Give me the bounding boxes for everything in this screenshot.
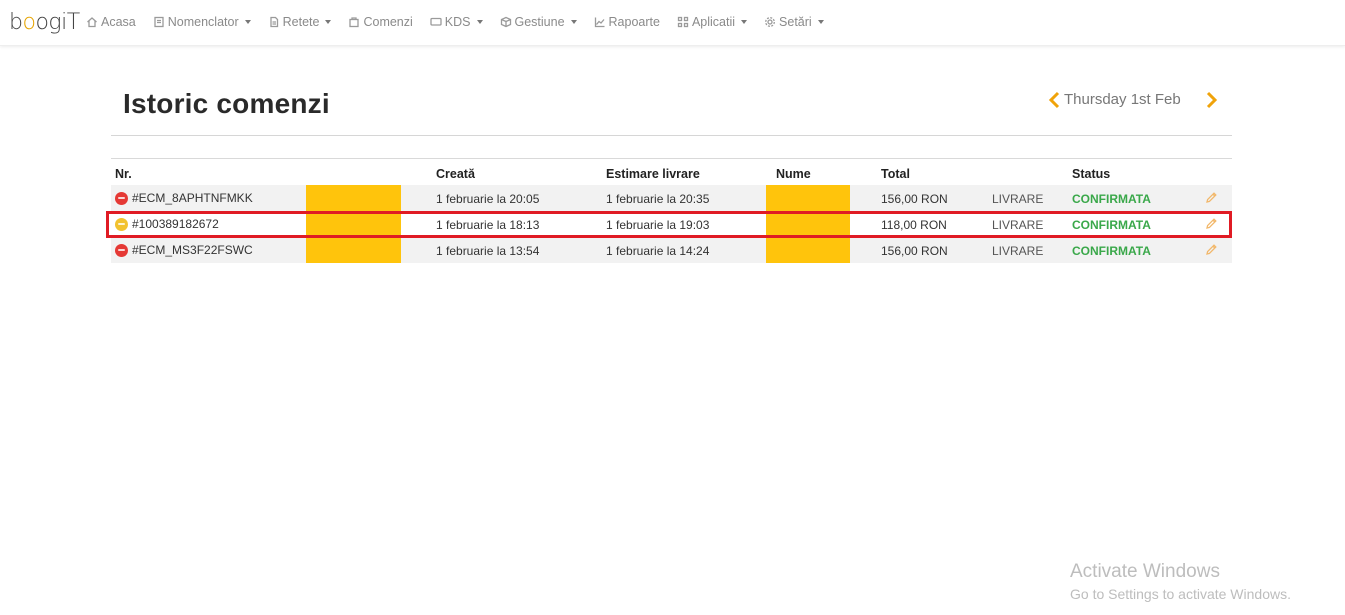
chevron-right-icon [1206, 91, 1218, 109]
table-header: Nr. Creată Estimare livrare Nume Total S… [111, 159, 1232, 185]
order-type: LIVRARE [992, 192, 1044, 206]
date-navigator: Thursday 1st Feb [1044, 88, 1224, 112]
redacted-name [766, 211, 850, 237]
nav-item-aplicatii[interactable]: Aplicatii [677, 13, 748, 31]
edit-button[interactable] [1205, 191, 1219, 205]
chevron-down-icon [817, 20, 824, 24]
chevron-left-icon [1048, 91, 1060, 109]
bag-icon [349, 17, 360, 28]
grid-icon [677, 16, 689, 28]
top-navbar: boogiT Acasa Nomenclator Retete Comenzi … [0, 0, 1345, 46]
created-at: 1 februarie la 18:13 [436, 218, 540, 232]
estimated-delivery: 1 februarie la 14:24 [606, 244, 710, 258]
status-badge: CONFIRMATA [1072, 192, 1151, 206]
edit-button[interactable] [1205, 217, 1219, 231]
estimated-delivery: 1 februarie la 19:03 [606, 218, 710, 232]
list-icon [154, 16, 164, 28]
boogit-logo[interactable]: boogiT [9, 6, 80, 40]
source-logo-icon [115, 243, 128, 257]
order-type: LIVRARE [992, 218, 1044, 232]
box-icon [500, 16, 511, 28]
redacted-block [306, 185, 401, 211]
logo-text: boogiT [9, 10, 80, 35]
nav-item-retete[interactable]: Retete [268, 13, 332, 31]
source-logo-icon [115, 191, 128, 205]
header-nume[interactable]: Nume [776, 167, 811, 181]
header-nr[interactable]: Nr. [115, 167, 132, 181]
nav-item-nomenclator[interactable]: Nomenclator [153, 13, 251, 31]
pencil-icon [1206, 218, 1217, 229]
nav-item-rapoarte[interactable]: Rapoarte [594, 13, 660, 31]
redacted-block [306, 211, 401, 237]
nav-item-comenzi[interactable]: Comenzi [348, 13, 413, 31]
nav-item-setari[interactable]: Setări [764, 13, 824, 31]
chevron-down-icon [244, 20, 251, 24]
status-badge: CONFIRMATA [1072, 218, 1151, 232]
order-number-cell: #100389182672 [115, 217, 219, 231]
source-logo-icon [115, 217, 128, 231]
order-number: #ECM_MS3F22FSWC [132, 243, 253, 257]
redacted-block [306, 237, 401, 263]
order-number-cell: #ECM_MS3F22FSWC [115, 243, 253, 257]
monitor-icon [430, 17, 442, 26]
order-total: 156,00 RON [881, 192, 948, 206]
header-total[interactable]: Total [881, 167, 910, 181]
nav-item-acasa[interactable]: Acasa [86, 13, 136, 31]
redacted-name [766, 237, 850, 263]
page-title: Istoric comenzi [123, 88, 330, 119]
order-total: 156,00 RON [881, 244, 948, 258]
redacted-name [766, 185, 850, 211]
activation-watermark-subtitle: Go to Settings to activate Windows. [1070, 586, 1291, 602]
edit-button[interactable] [1205, 243, 1219, 257]
chevron-down-icon [325, 20, 332, 24]
nav-item-gestiune[interactable]: Gestiune [500, 13, 577, 31]
next-day-button[interactable] [1204, 90, 1220, 110]
pencil-icon [1206, 192, 1217, 203]
pencil-icon [1206, 244, 1217, 255]
created-at: 1 februarie la 13:54 [436, 244, 540, 258]
header-estimare[interactable]: Estimare livrare [606, 167, 700, 181]
nav-item-kds[interactable]: KDS [430, 13, 483, 31]
header-divider [111, 135, 1232, 136]
nav-menu: Acasa Nomenclator Retete Comenzi KDS Ges… [86, 13, 841, 31]
table-row[interactable]: #ECM_8APHTNFMKK 1 februarie la 20:05 1 f… [111, 185, 1232, 211]
status-badge: CONFIRMATA [1072, 244, 1151, 258]
order-number: #ECM_8APHTNFMKK [132, 191, 253, 205]
chevron-down-icon [741, 20, 748, 24]
home-icon [87, 17, 97, 28]
order-type: LIVRARE [992, 244, 1044, 258]
table-row[interactable]: #ECM_MS3F22FSWC 1 februarie la 13:54 1 f… [111, 237, 1232, 263]
chevron-down-icon [570, 20, 577, 24]
chevron-down-icon [476, 20, 483, 24]
table-row[interactable]: #100389182672 1 februarie la 18:13 1 feb… [111, 211, 1232, 237]
previous-day-button[interactable] [1046, 90, 1062, 110]
created-at: 1 februarie la 20:05 [436, 192, 540, 206]
order-number: #100389182672 [132, 217, 219, 231]
document-icon [269, 16, 278, 28]
current-date-label: Thursday 1st Feb [1064, 91, 1181, 108]
header-status[interactable]: Status [1072, 167, 1110, 181]
chart-icon [594, 17, 605, 28]
gear-icon [765, 17, 775, 27]
estimated-delivery: 1 februarie la 20:35 [606, 192, 710, 206]
order-total: 118,00 RON [881, 218, 947, 232]
activation-watermark-title: Activate Windows [1070, 561, 1220, 582]
orders-table: Nr. Creată Estimare livrare Nume Total S… [111, 158, 1232, 263]
order-number-cell: #ECM_8APHTNFMKK [115, 191, 253, 205]
header-creata[interactable]: Creată [436, 167, 475, 181]
